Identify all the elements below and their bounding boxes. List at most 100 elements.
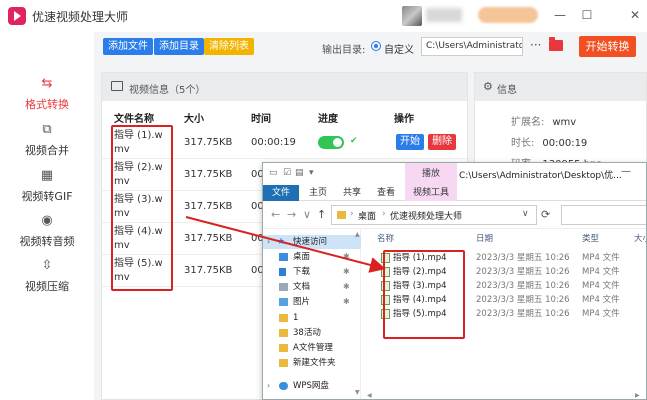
col-file-name: 文件名称 <box>114 114 154 125</box>
nav-quick-access[interactable]: › ★ 快速访问 <box>263 235 361 249</box>
title-bar: 优速视频处理大师 — ☐ ✕ <box>0 0 647 32</box>
video-info-header: 视频信息（5个） <box>102 73 467 101</box>
breadcrumb-separator: › <box>350 209 354 219</box>
tab-view[interactable]: 查看 <box>371 185 401 201</box>
col-size[interactable]: 大小 <box>634 232 646 244</box>
open-folder-icon[interactable] <box>549 37 563 51</box>
col-date[interactable]: 日期 <box>476 232 493 244</box>
scroll-up-icon[interactable]: ▲ <box>355 231 360 238</box>
row-start-button[interactable]: 开始 <box>396 134 424 150</box>
sidebar-item-label: 视频转音频 <box>19 235 75 248</box>
explorer-minimize-button[interactable]: — <box>621 166 631 177</box>
info-duration: 时长: 00:00:19 <box>511 138 588 149</box>
properties-icon[interactable]: ☑ <box>283 168 291 178</box>
custom-radio-label[interactable]: 自定义 <box>384 41 414 56</box>
sidebar-item-label: 视频压缩 <box>25 280 69 293</box>
sidebar-item-video-merge[interactable]: ⧉ 视频合并 <box>0 122 94 164</box>
scroll-right-icon[interactable]: ▶ <box>635 392 640 399</box>
col-action: 操作 <box>394 114 414 125</box>
breadcrumb-desktop[interactable]: 桌面 <box>358 209 376 222</box>
video-list-icon <box>111 81 123 91</box>
tab-share[interactable]: 共享 <box>337 185 367 201</box>
nav-folder-a[interactable]: A文件管理 <box>263 341 361 355</box>
output-path-field[interactable]: C:\Users\Administrator <box>421 37 523 56</box>
sidebar-item-label: 格式转换 <box>25 98 69 111</box>
video-info-title: 视频信息（5个） <box>129 85 206 96</box>
nav-folder-1[interactable]: 1 <box>263 311 361 325</box>
start-convert-button[interactable]: 开始转换 <box>579 36 636 57</box>
nav-folder-38[interactable]: 38活动 <box>263 326 361 340</box>
nav-new-folder[interactable]: 新建文件夹 <box>263 356 361 370</box>
up-icon[interactable]: ↑ <box>317 208 326 221</box>
sidebar: ⇆ 格式转换 ⧉ 视频合并 ▦ 视频转GIF ◉ 视频转音频 ⇳ 视频压缩 <box>0 32 94 400</box>
expand-icon[interactable]: › <box>267 379 270 393</box>
annotation-box-output-files <box>383 250 465 339</box>
nav-wps-drive[interactable]: › WPS网盘 <box>263 379 361 393</box>
pin-icon: ✱ <box>343 267 350 276</box>
file-size: 317.75KB <box>184 137 233 148</box>
add-folder-button[interactable]: 添加目录 <box>154 38 204 55</box>
more-icon[interactable]: ··· <box>530 38 541 52</box>
progress-toggle[interactable] <box>318 136 344 149</box>
forward-icon[interactable]: → <box>287 208 296 221</box>
audio-icon: ◉ <box>41 213 53 228</box>
expand-icon[interactable]: › <box>267 235 270 249</box>
info-title: 信息 <box>497 85 517 96</box>
refresh-icon[interactable]: ⟳ <box>541 208 550 221</box>
add-file-button[interactable]: 添加文件 <box>103 38 153 55</box>
tab-video-tools[interactable]: 视频工具 <box>405 185 457 201</box>
address-input[interactable]: › 桌面 › 优速视频处理大师 ∨ <box>331 205 537 225</box>
scroll-left-icon[interactable]: ◀ <box>367 392 372 399</box>
vip-badge-blurred[interactable] <box>478 7 538 23</box>
custom-radio[interactable] <box>371 41 381 51</box>
info-header: ⚙ 信息 <box>475 73 646 101</box>
new-folder-icon[interactable]: ▤ <box>295 168 304 178</box>
user-avatar[interactable] <box>402 6 422 26</box>
sidebar-item-video-compress[interactable]: ⇳ 视频压缩 <box>0 258 94 300</box>
address-dropdown-icon[interactable]: ∨ <box>522 209 529 219</box>
document-icon <box>279 283 288 291</box>
quick-access-dropdown-icon[interactable]: ▾ <box>309 168 314 178</box>
gear-icon: ⚙ <box>483 80 493 93</box>
user-name-blurred <box>426 8 462 22</box>
nav-downloads[interactable]: 下载 ✱ <box>263 265 361 279</box>
nav-scrollbar[interactable]: ▲ ▼ <box>355 229 361 399</box>
annotation-box-source-files <box>111 125 173 291</box>
col-size: 大小 <box>184 114 204 125</box>
nav-pictures[interactable]: 图片 ✱ <box>263 295 361 309</box>
row-delete-button[interactable]: 删除 <box>428 134 456 150</box>
folder-icon <box>279 329 288 337</box>
sidebar-item-video-gif[interactable]: ▦ 视频转GIF <box>0 168 94 210</box>
col-type[interactable]: 类型 <box>582 232 599 244</box>
col-time: 时间 <box>251 114 271 125</box>
nav-desktop[interactable]: 桌面 ✱ <box>263 250 361 264</box>
search-input[interactable] <box>561 205 646 225</box>
close-button[interactable]: ✕ <box>626 6 644 24</box>
file-list-scrollbar[interactable]: ◀ ▶ <box>363 392 646 399</box>
tab-file[interactable]: 文件 <box>263 185 299 201</box>
col-name[interactable]: 名称 <box>377 232 394 244</box>
explorer-folder-icon: ▭ <box>269 168 278 178</box>
sidebar-item-video-audio[interactable]: ◉ 视频转音频 <box>0 213 94 255</box>
play-tab[interactable]: 播放 <box>405 163 457 185</box>
sidebar-item-format-convert[interactable]: ⇆ 格式转换 <box>0 76 94 118</box>
minimize-button[interactable]: — <box>551 6 569 24</box>
explorer-title-bar: ▭ ☑ ▤ ▾ 播放 C:\Users\Administrator\Deskto… <box>263 163 646 185</box>
maximize-button[interactable]: ☐ <box>578 6 596 24</box>
recent-dropdown-icon[interactable]: ∨ <box>303 208 311 221</box>
compress-icon: ⇳ <box>41 258 53 273</box>
breadcrumb-folder[interactable]: 优速视频处理大师 <box>390 209 462 222</box>
info-ext: 扩展名: wmv <box>511 117 577 128</box>
sidebar-item-label: 视频合并 <box>25 144 69 157</box>
navigation-pane: › ★ 快速访问 桌面 ✱ 下载 ✱ 文档 ✱ 图片 ✱ 1 38活动 A文件管… <box>263 229 361 399</box>
scroll-down-icon[interactable]: ▼ <box>355 389 360 396</box>
nav-documents[interactable]: 文档 ✱ <box>263 280 361 294</box>
clear-list-button[interactable]: 清除列表 <box>204 38 254 55</box>
download-icon <box>279 268 286 276</box>
file-size: 317.75KB <box>184 265 233 276</box>
file-duration: 00:00:19 <box>251 137 296 148</box>
video-merge-icon: ⧉ <box>42 122 52 137</box>
back-icon[interactable]: ← <box>271 208 280 221</box>
tab-home[interactable]: 主页 <box>303 185 333 201</box>
folder-icon <box>337 211 346 219</box>
